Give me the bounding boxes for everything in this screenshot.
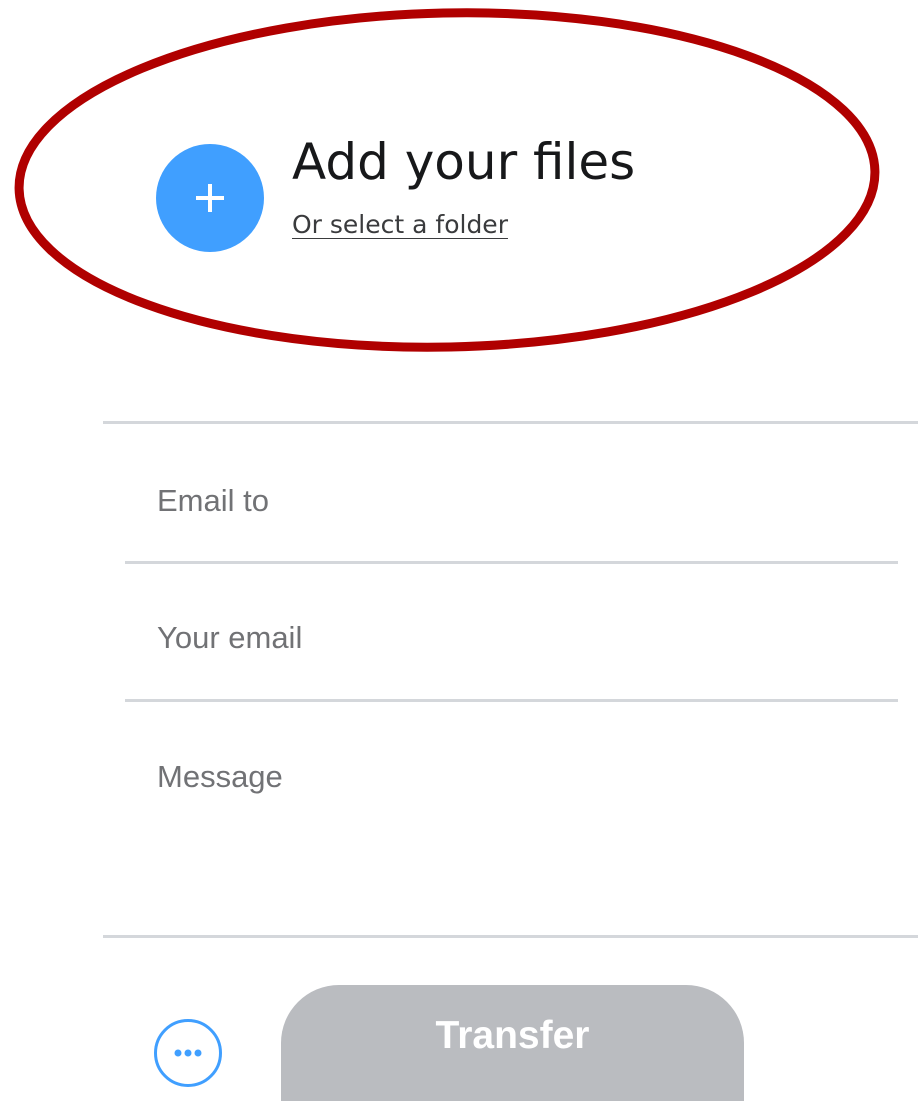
form-top-divider [103,421,918,424]
add-files-text-group: Add your files Or select a folder [292,130,635,242]
add-files-title[interactable]: Add your files [292,130,635,194]
transfer-button[interactable]: Transfer [281,985,744,1101]
message-field[interactable] [125,757,898,907]
transfer-button-label: Transfer [435,1014,590,1057]
your-email-field[interactable] [125,602,898,674]
your-email-divider [125,699,898,702]
add-files-area: Add your files Or select a folder [156,130,635,252]
more-options-button[interactable] [154,1019,222,1087]
select-folder-link[interactable]: Or select a folder [292,208,635,242]
email-to-field[interactable] [125,465,898,537]
ellipsis-icon [174,1049,202,1057]
form-bottom-divider [103,935,918,938]
email-to-divider [125,561,898,564]
plus-icon [196,184,224,212]
add-files-button[interactable] [156,144,264,252]
